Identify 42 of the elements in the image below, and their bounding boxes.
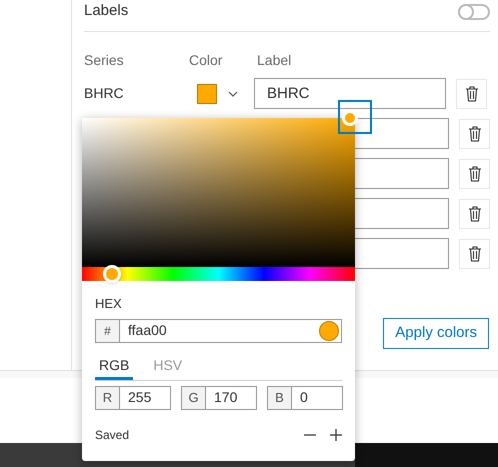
series-name: BHRC [84,84,125,103]
trash-icon [464,86,478,102]
trash-icon [468,166,482,182]
delete-button[interactable] [456,78,487,108]
column-header: Label [257,50,292,70]
chevron-down-icon[interactable] [228,90,238,96]
delete-button[interactable] [459,198,490,228]
channel-label: R [96,386,120,408]
apply-colors-button[interactable]: Apply colors [383,318,489,349]
channel-label: B [268,386,292,408]
hue-slider[interactable] [82,267,355,281]
trash-icon [468,206,482,222]
focus-ring [338,100,372,134]
toggle-switch[interactable] [458,4,490,20]
label-input[interactable]: BHRC [254,78,446,109]
channel-input[interactable]: R 255 [95,386,171,410]
labels-label: Labels [84,1,128,22]
column-header: Color [189,50,224,70]
plus-icon[interactable] [330,428,342,440]
channel-input[interactable]: B 0 [267,386,343,410]
color-swatch[interactable] [197,84,217,104]
color-model-tab[interactable]: RGB [95,354,134,380]
channel-value: 255 [127,388,152,407]
trash-icon [468,246,482,262]
hex-prefix: # [96,320,120,342]
column-header: Series [84,50,125,70]
hex-input[interactable]: # ffaa00 [95,318,342,342]
hex-value: ffaa00 [127,321,168,340]
channel-value: 0 [299,388,308,407]
delete-button[interactable] [459,238,490,268]
color-preview [319,320,339,340]
hex-label: HEX [95,295,123,313]
channel-label: G [182,386,206,408]
channel-value: 170 [213,388,238,407]
delete-button[interactable] [459,158,490,188]
channel-input[interactable]: G 170 [181,386,257,410]
hue-slider-thumb[interactable] [103,265,122,283]
delete-button[interactable] [459,118,490,148]
saved-label: Saved [95,426,130,444]
saturation-area[interactable] [82,118,355,267]
trash-icon [468,126,482,142]
saturation-thumb[interactable] [342,110,358,126]
